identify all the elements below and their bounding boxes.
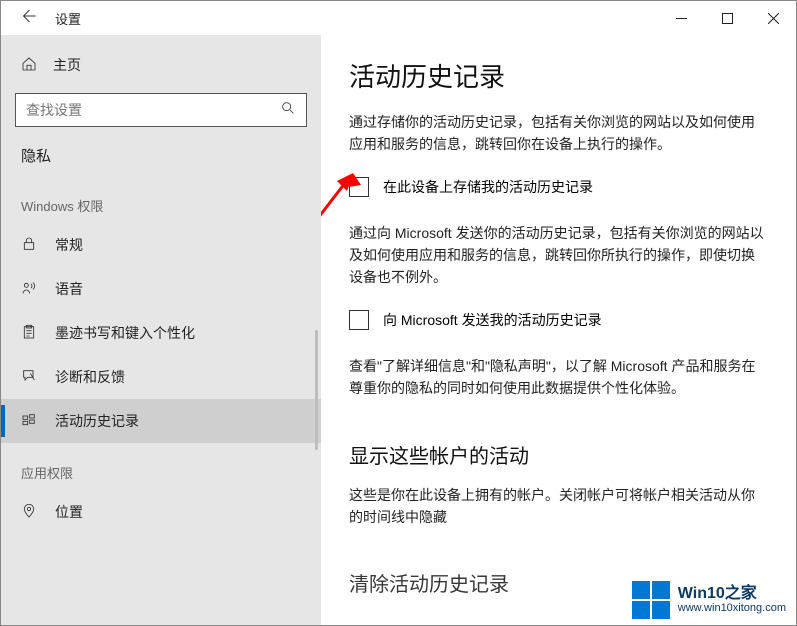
send-ms-paragraph: 通过向 Microsoft 发送你的活动历史记录，包括有关你浏览的网站以及如何使… xyxy=(349,223,768,288)
checkbox-store-history[interactable]: 在此设备上存储我的活动历史记录 xyxy=(349,177,768,197)
history-icon xyxy=(21,412,37,431)
sidebar-item-speech[interactable]: 语音 xyxy=(1,267,321,311)
watermark-text: Win10之家 www.win10xitong.com xyxy=(678,586,786,614)
watermark: Win10之家 www.win10xitong.com xyxy=(632,581,786,619)
nav-home[interactable]: 主页 xyxy=(1,45,321,85)
search-icon xyxy=(280,100,296,121)
speech-icon xyxy=(21,280,37,299)
settings-window: 设置 主页 隐私 xyxy=(0,0,797,626)
checkbox-icon[interactable] xyxy=(349,310,369,330)
titlebar-left: 设置 xyxy=(1,7,81,30)
sidebar-item-activity-history[interactable]: 活动历史记录 xyxy=(1,399,321,443)
lock-icon xyxy=(21,236,37,255)
sidebar-item-label: 活动历史记录 xyxy=(55,411,139,431)
sidebar-group-windows: Windows 权限 xyxy=(1,176,321,223)
search-container xyxy=(15,93,307,127)
sidebar-item-label: 墨迹书写和键入个性化 xyxy=(55,323,195,343)
checkbox-send-microsoft[interactable]: 向 Microsoft 发送我的活动历史记录 xyxy=(349,310,768,330)
body: 主页 隐私 Windows 权限 常规 语音 xyxy=(1,35,796,625)
close-button[interactable] xyxy=(750,1,796,35)
checkbox-label: 在此设备上存储我的活动历史记录 xyxy=(383,177,593,197)
watermark-url: www.win10xitong.com xyxy=(678,603,786,615)
learn-more-paragraph: 查看"了解详细信息"和"隐私声明"，以了解 Microsoft 产品和服务在尊重… xyxy=(349,356,768,399)
back-button[interactable] xyxy=(19,7,37,30)
minimize-button[interactable] xyxy=(658,1,704,35)
sidebar-item-diagnostics[interactable]: 诊断和反馈 xyxy=(1,355,321,399)
feedback-icon xyxy=(21,368,37,387)
sidebar-item-general[interactable]: 常规 xyxy=(1,223,321,267)
sidebar-item-label: 常规 xyxy=(55,235,83,255)
sidebar-item-location[interactable]: 位置 xyxy=(1,490,321,534)
intro-paragraph: 通过存储你的活动历史记录，包括有关你浏览的网站以及如何使用应用和服务的信息，跳转… xyxy=(349,112,768,155)
checkbox-icon[interactable] xyxy=(349,177,369,197)
sidebar-item-inking[interactable]: 墨迹书写和键入个性化 xyxy=(1,311,321,355)
sidebar-section-title: 隐私 xyxy=(1,141,321,176)
content-pane: 活动历史记录 通过存储你的活动历史记录，包括有关你浏览的网站以及如何使用应用和服… xyxy=(321,35,796,625)
maximize-button[interactable] xyxy=(704,1,750,35)
sidebar-group-app: 应用权限 xyxy=(1,443,321,490)
accounts-paragraph: 这些是你在此设备上拥有的帐户。关闭帐户可将帐户相关活动从你的时间线中隐藏 xyxy=(349,485,768,528)
checkbox-label: 向 Microsoft 发送我的活动历史记录 xyxy=(383,310,602,330)
section-accounts-title: 显示这些帐户的活动 xyxy=(349,440,768,469)
watermark-title: Win10之家 xyxy=(678,586,786,603)
clipboard-icon xyxy=(21,324,37,343)
window-controls xyxy=(658,1,796,35)
search-input[interactable] xyxy=(26,102,280,118)
window-title: 设置 xyxy=(55,9,81,28)
search-input-wrap[interactable] xyxy=(15,93,307,127)
location-icon xyxy=(21,503,37,522)
sidebar-item-label: 诊断和反馈 xyxy=(55,367,125,387)
sidebar: 主页 隐私 Windows 权限 常规 语音 xyxy=(1,35,321,625)
windows-logo-icon xyxy=(632,581,670,619)
nav-home-label: 主页 xyxy=(53,55,81,75)
sidebar-item-label: 位置 xyxy=(55,502,83,522)
titlebar: 设置 xyxy=(1,1,796,35)
sidebar-scrollbar[interactable] xyxy=(315,330,318,450)
page-title: 活动历史记录 xyxy=(349,57,768,94)
home-icon xyxy=(21,56,37,75)
sidebar-item-label: 语音 xyxy=(55,279,83,299)
